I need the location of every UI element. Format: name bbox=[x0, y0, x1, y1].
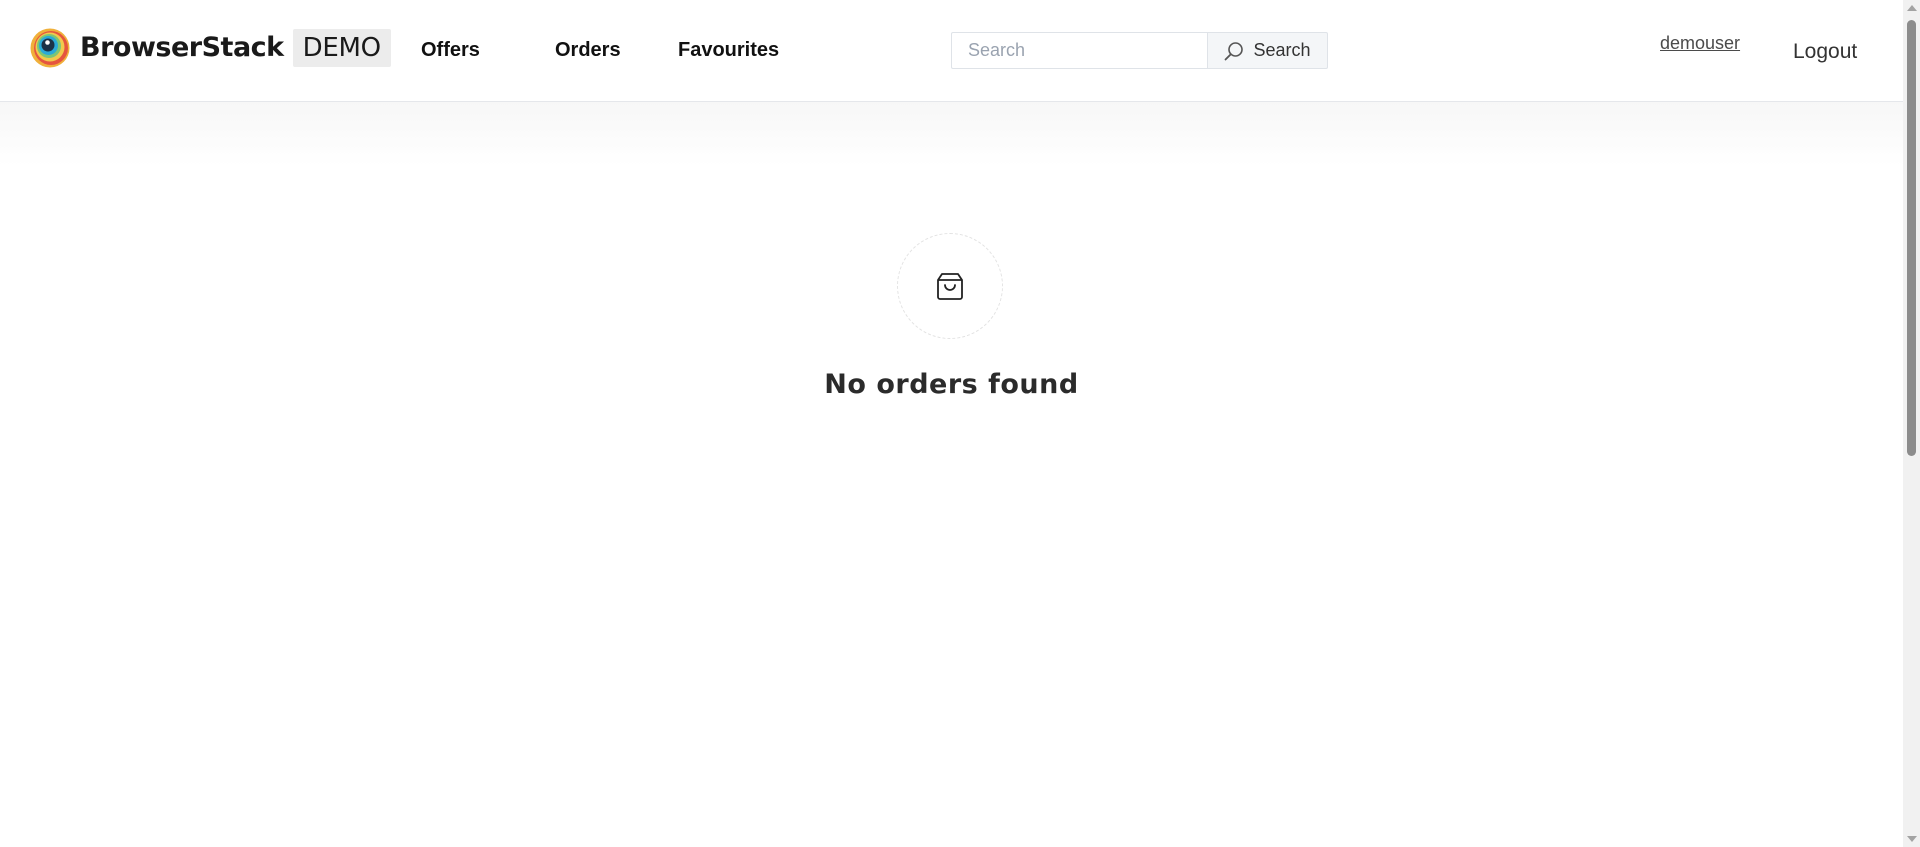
header-shadow bbox=[0, 102, 1903, 166]
search-button[interactable]: Search bbox=[1207, 32, 1328, 69]
vertical-scrollbar[interactable] bbox=[1903, 0, 1920, 847]
page: BrowserStack DEMO Offers Orders Favourit… bbox=[0, 0, 1920, 847]
logo-badge: DEMO bbox=[292, 29, 391, 67]
nav-link-offers[interactable]: Offers bbox=[421, 38, 480, 62]
shopping-bag-icon bbox=[937, 273, 963, 300]
logout-link[interactable]: Logout bbox=[1793, 40, 1857, 64]
top-navbar: BrowserStack DEMO Offers Orders Favourit… bbox=[0, 0, 1903, 102]
scroll-down-arrow-icon[interactable] bbox=[1907, 836, 1917, 842]
search-icon bbox=[1225, 41, 1244, 60]
empty-state-message: No orders found bbox=[824, 369, 1079, 400]
search-input[interactable] bbox=[951, 32, 1207, 69]
scroll-up-arrow-icon[interactable] bbox=[1907, 5, 1917, 11]
search-form: Search bbox=[951, 32, 1328, 69]
scrollbar-thumb[interactable] bbox=[1907, 20, 1916, 456]
browserstack-logo-icon bbox=[30, 28, 70, 68]
logo-text: BrowserStack bbox=[80, 32, 284, 63]
logo-link[interactable]: BrowserStack DEMO bbox=[30, 28, 391, 68]
username-link[interactable]: demouser bbox=[1660, 32, 1740, 54]
empty-state-icon-circle bbox=[897, 233, 1003, 339]
nav-link-orders[interactable]: Orders bbox=[555, 38, 621, 62]
search-button-label: Search bbox=[1253, 40, 1311, 60]
nav-link-favourites[interactable]: Favourites bbox=[678, 38, 779, 62]
